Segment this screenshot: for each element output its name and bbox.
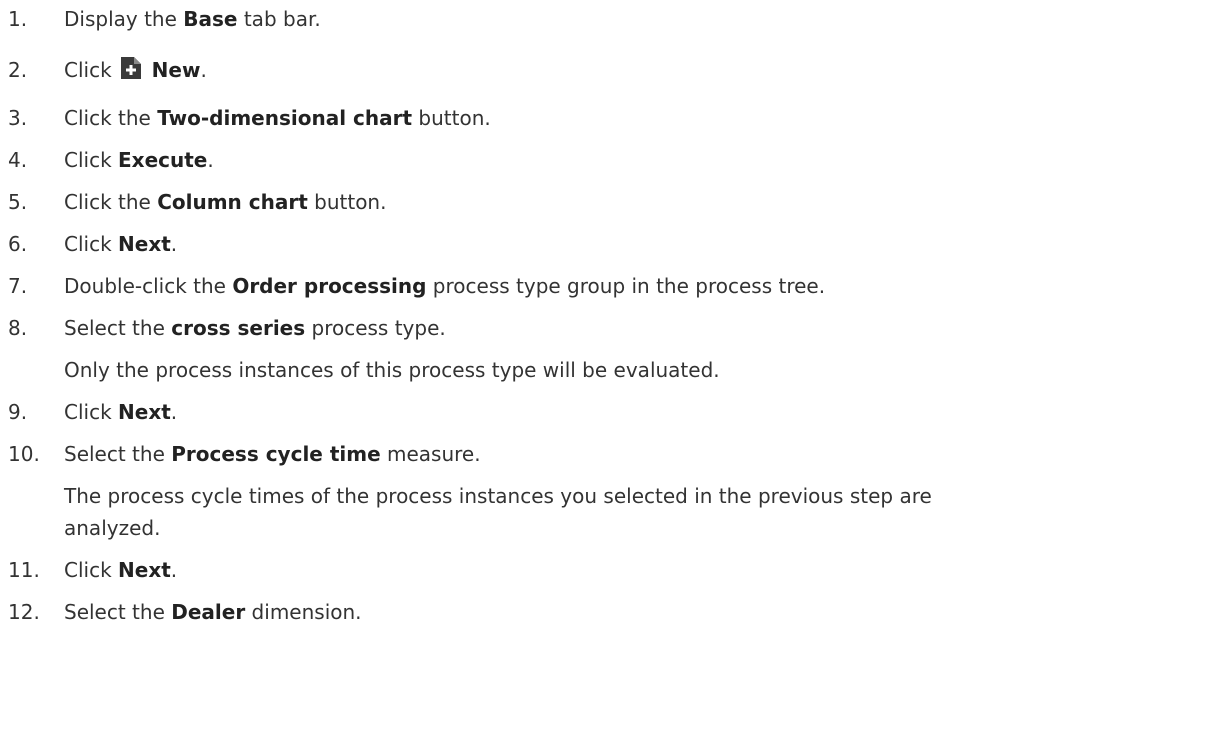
ui-term: Process cycle time [171, 442, 381, 466]
step-text: Click Next. [64, 558, 178, 582]
ui-term: New [151, 58, 201, 82]
ui-term: Next [118, 558, 171, 582]
step-number: 9. [8, 400, 28, 424]
ui-term: Dealer [171, 600, 246, 624]
step-number: 3. [8, 106, 28, 130]
step-8-note: Only the process instances of this proce… [64, 358, 720, 382]
ui-term: Next [118, 232, 171, 256]
ui-term: Two-dimensional chart [157, 106, 413, 130]
step-text: Click Next. [64, 232, 178, 256]
step-number: 1. [8, 7, 28, 31]
step-text: Click the Column chart button. [64, 190, 387, 214]
instruction-steps: 1. Display the Base tab bar. 2. Click New… [0, 0, 1227, 735]
step-text: Select the cross series process type. [64, 316, 446, 340]
step-number: 4. [8, 148, 28, 172]
ui-term: Base [183, 7, 238, 31]
step-text: Select the Dealer dimension. [64, 600, 362, 624]
step-text: Double-click the Order processing proces… [64, 274, 826, 298]
step-number: 8. [8, 316, 28, 340]
step-text: Display the Base tab bar. [64, 7, 321, 31]
step-number: 2. [8, 58, 28, 82]
ui-term: Execute [118, 148, 208, 172]
step-10-note-line-1: The process cycle times of the process i… [64, 484, 932, 508]
step-text: Select the Process cycle time measure. [64, 442, 481, 466]
step-10-note-line-2: analyzed. [64, 516, 161, 540]
step-number: 12. [8, 600, 40, 624]
step-text: Click the Two-dimensional chart button. [64, 106, 491, 130]
step-number: 7. [8, 274, 28, 298]
ui-term: Order processing [232, 274, 427, 298]
step-number: 6. [8, 232, 28, 256]
ui-term: cross series [171, 316, 306, 340]
ui-term: Column chart [157, 190, 308, 214]
step-number: 5. [8, 190, 28, 214]
step-number: 10. [8, 442, 40, 466]
new-document-icon [120, 56, 142, 80]
step-text: Click Next. [64, 400, 178, 424]
step-text: Click New. [64, 56, 207, 82]
step-number: 11. [8, 558, 40, 582]
ui-term: Next [118, 400, 171, 424]
step-text: Click Execute. [64, 148, 214, 172]
